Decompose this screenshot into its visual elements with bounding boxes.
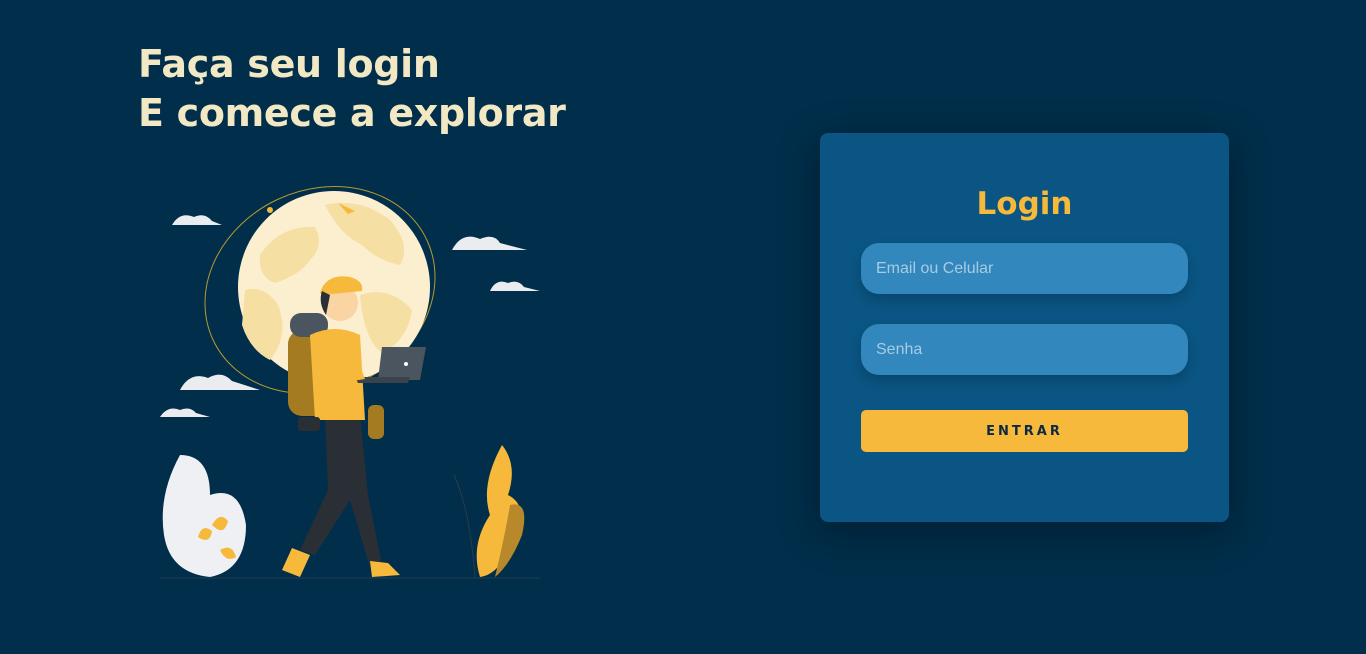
login-title: Login (976, 186, 1073, 222)
login-page: Faça seu login E comece a explorar Login… (0, 0, 1366, 654)
cloud-icon (490, 281, 540, 291)
email-input[interactable] (861, 243, 1188, 294)
hero-line-2: E comece a explorar (138, 91, 566, 135)
hero-line-1: Faça seu login (138, 42, 440, 86)
traveler-illustration (160, 186, 540, 579)
cloud-icon (180, 374, 260, 390)
login-submit-button[interactable]: ENTRAR (861, 410, 1188, 452)
hero-headline: Faça seu login E comece a explorar (138, 40, 566, 138)
cloud-icon (452, 236, 527, 250)
cloud-icon (172, 215, 222, 225)
cloud-icon (160, 408, 210, 417)
plant-icon (162, 455, 246, 577)
password-input[interactable] (861, 324, 1188, 375)
laptop-icon (378, 347, 426, 380)
